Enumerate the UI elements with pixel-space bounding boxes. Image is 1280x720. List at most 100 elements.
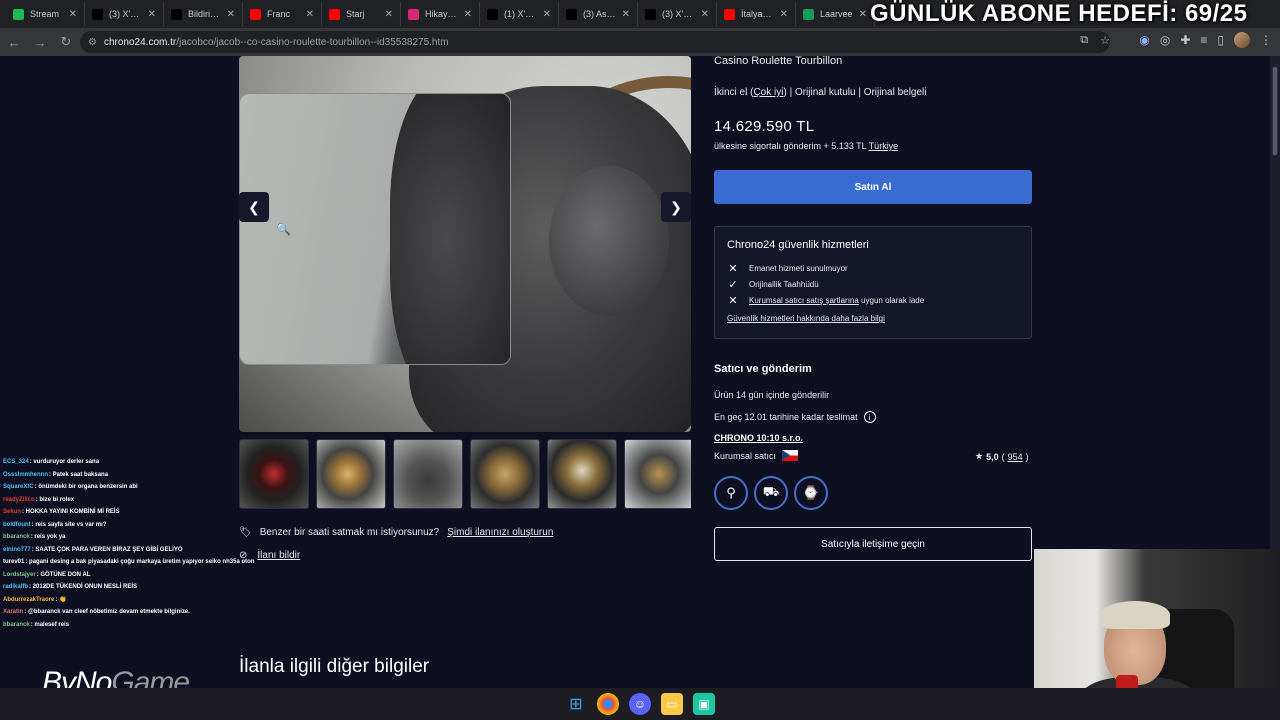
- chat-message: Lordstajyer: GÖTÜNE DON AL: [0, 569, 254, 582]
- security-item: ✕ Emanet hizmeti sunulmuyor: [727, 260, 1019, 276]
- chat-message: elnino777: SAATE ÇOK PARA VEREN BİRAZ ŞE…: [0, 544, 254, 557]
- profile-avatar[interactable]: [1234, 32, 1250, 48]
- condition-link[interactable]: Çok iyi: [753, 87, 783, 98]
- thumbnail-5[interactable]: [547, 439, 617, 509]
- browser-tab[interactable]: Franc ✕: [243, 2, 322, 26]
- tab-close-icon[interactable]: ✕: [622, 9, 630, 20]
- chat-username[interactable]: Lordstajyer: [3, 572, 36, 578]
- chat-username[interactable]: bbaranck: [3, 622, 30, 628]
- chrome-icon[interactable]: [597, 693, 619, 715]
- back-icon[interactable]: ←: [2, 30, 26, 54]
- security-more-link[interactable]: Güvenlik hizmetleri hakkında daha fazla …: [727, 314, 1019, 323]
- browser-tab[interactable]: Hikayele ✕: [401, 2, 480, 26]
- thumbnail-4[interactable]: [470, 439, 540, 509]
- chat-username[interactable]: AbdurrezakTraore: [3, 597, 54, 603]
- puzzle-icon[interactable]: ✚: [1180, 33, 1190, 47]
- chat-username[interactable]: radikalfb: [3, 584, 28, 590]
- gallery-next-button[interactable]: ❯: [661, 192, 691, 222]
- buy-button[interactable]: Satın Al: [714, 170, 1032, 204]
- discord-icon[interactable]: ☺: [629, 693, 651, 715]
- browser-tab[interactable]: Bildirimle ✕: [164, 2, 243, 26]
- chat-username[interactable]: SquareXtC: [3, 484, 34, 490]
- chat-username[interactable]: Xaratm: [3, 609, 23, 615]
- url-host: chrono24.com.tr: [103, 36, 177, 48]
- thumbnail-3[interactable]: [393, 439, 463, 509]
- create-listing-link[interactable]: Şimdi ilanınızı oluşturun: [447, 527, 553, 538]
- rating-count-link[interactable]: 954: [1008, 452, 1023, 462]
- browser-tab[interactable]: (1) X'te P ✕: [480, 2, 559, 26]
- media-icon[interactable]: ≡: [1200, 33, 1207, 47]
- chat-text: : vurduruyor derler sana: [29, 459, 100, 465]
- windows-start-icon[interactable]: ⊞: [565, 693, 587, 715]
- check-icon: ✓: [728, 278, 738, 291]
- watch-check-badge-icon[interactable]: ⌚: [794, 476, 828, 510]
- sidebar-icon[interactable]: ▯: [1217, 33, 1224, 47]
- chat-username[interactable]: turev01: [3, 559, 24, 565]
- main-product-image[interactable]: [239, 56, 691, 432]
- tab-close-icon[interactable]: ✕: [859, 9, 867, 20]
- address-bar[interactable]: ⚙ chrono24.com.tr/jacobco/jacob--co-casi…: [80, 31, 1110, 53]
- browser-tab[interactable]: (3) X'te I ✕: [638, 2, 717, 26]
- chat-username[interactable]: Sekun: [3, 509, 21, 515]
- browser-tab[interactable]: İtalya Kr ✕: [717, 2, 796, 26]
- chat-username[interactable]: Ossslmmhennn: [3, 472, 48, 478]
- file-explorer-icon[interactable]: ▭: [661, 693, 683, 715]
- thumbnail-6[interactable]: [624, 439, 691, 509]
- info-icon[interactable]: i: [863, 411, 876, 423]
- tab-close-icon[interactable]: ✕: [543, 9, 551, 20]
- forward-icon[interactable]: →: [28, 30, 52, 54]
- tab-label: (3) Asayı: [583, 9, 616, 19]
- cross-icon: ✕: [728, 294, 738, 307]
- contact-seller-button[interactable]: Satıcıyla iletişime geçin: [714, 527, 1032, 561]
- reload-icon[interactable]: ↻: [54, 30, 78, 54]
- tab-close-icon[interactable]: ✕: [464, 9, 472, 20]
- seller-terms-link[interactable]: Kurumsal satıcı satış şartlarına: [749, 296, 859, 305]
- gallery-prev-button[interactable]: ❮: [239, 192, 269, 222]
- chat-message: ECS_324: vurduruyor derler sana: [0, 456, 254, 469]
- report-listing-link[interactable]: İlanı bildir: [257, 550, 300, 561]
- tab-label: İtalya Kr: [741, 9, 774, 19]
- chat-username[interactable]: readyZilico: [3, 497, 35, 503]
- extension-icon[interactable]: ◎: [1160, 33, 1170, 47]
- browser-tab[interactable]: Starj ✕: [322, 2, 401, 26]
- tab-close-icon[interactable]: ✕: [306, 9, 314, 20]
- tab-close-icon[interactable]: ✕: [148, 9, 156, 20]
- tab-favicon-icon: [487, 8, 498, 20]
- shipping-country-link[interactable]: Türkiye: [869, 141, 899, 151]
- tab-close-icon[interactable]: ✕: [227, 9, 235, 20]
- tab-close-icon[interactable]: ✕: [385, 9, 393, 20]
- tab-close-icon[interactable]: ✕: [69, 9, 77, 20]
- bookmark-star-icon[interactable]: ☆: [1100, 34, 1110, 47]
- app-icon[interactable]: ▣: [693, 693, 715, 715]
- sell-prompt-text: Benzer bir saati satmak mı istiyorsunuz?: [259, 527, 440, 538]
- scrollbar-thumb[interactable]: [1272, 66, 1278, 156]
- install-app-icon[interactable]: ⧉: [1080, 34, 1088, 47]
- thumbnail-2[interactable]: [316, 439, 386, 509]
- tab-close-icon[interactable]: ✕: [701, 9, 709, 20]
- chat-username[interactable]: ECS_324: [3, 459, 29, 465]
- security-title: Chrono24 güvenlik hizmetleri: [727, 239, 869, 251]
- browser-tab[interactable]: (3) Asayı ✕: [559, 2, 638, 26]
- shipping-truck-badge-icon[interactable]: ⛟: [754, 476, 788, 510]
- sell-prompt: 🏷 Benzer bir saati satmak mı istiyorsunu…: [239, 527, 553, 538]
- chat-username[interactable]: boldfount: [3, 522, 31, 528]
- seller-name-link[interactable]: CHRONO 10:10 s.r.o.: [714, 433, 803, 443]
- tab-favicon-icon: [92, 8, 103, 20]
- chat-text: : pagani desing a bak piyasadaki çoğu ma…: [25, 559, 254, 565]
- chat-username[interactable]: bbaranck: [3, 534, 30, 540]
- tab-close-icon[interactable]: ✕: [780, 9, 788, 20]
- chat-message: bbaranck: malesef reis: [0, 619, 254, 632]
- chat-text: : GÖTÜNE DON AL: [36, 571, 91, 578]
- chevron-right-icon: ❯: [670, 198, 682, 215]
- menu-icon[interactable]: ⋮: [1260, 33, 1272, 47]
- chat-text: : önümdeki bir organa benzersin abi: [34, 484, 138, 490]
- browser-tab[interactable]: Stream ✕: [6, 2, 85, 26]
- browser-tab[interactable]: (3) X'te P ✕: [85, 2, 164, 26]
- chat-username[interactable]: elnino777: [3, 547, 31, 553]
- site-info-icon[interactable]: ⚙: [88, 37, 97, 48]
- browser-tab[interactable]: Laarvee ✕: [796, 2, 875, 26]
- chat-text: : reis yok ya: [30, 534, 66, 540]
- verified-seller-badge-icon[interactable]: ⚲: [714, 476, 748, 510]
- audio-icon[interactable]: ◉: [1139, 33, 1149, 47]
- streamer-hair-image: [1100, 601, 1170, 629]
